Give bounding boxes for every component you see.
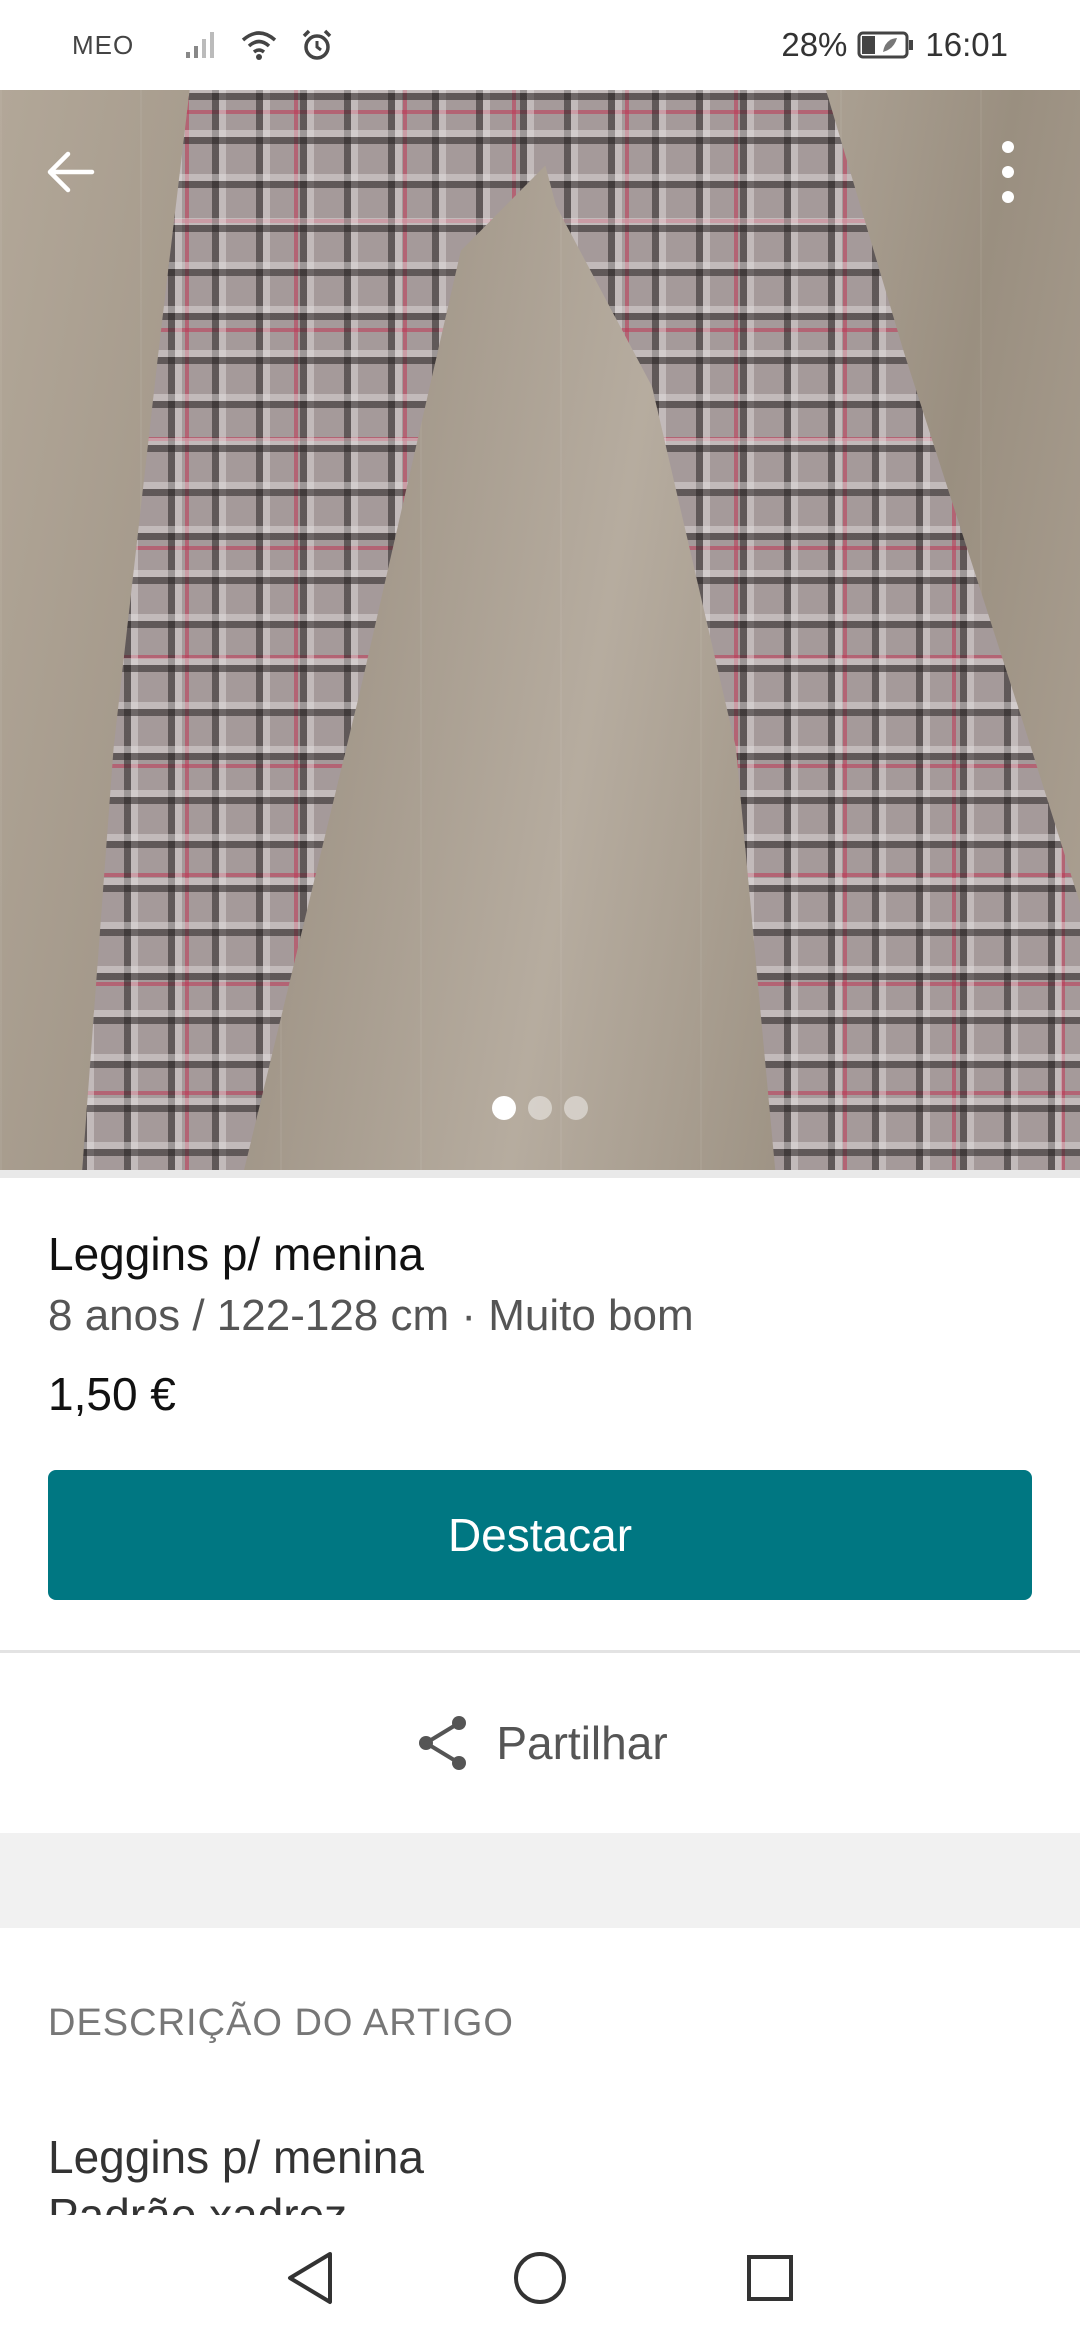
status-right: 28% 16:01: [781, 26, 1008, 64]
highlight-button[interactable]: Destacar: [48, 1470, 1032, 1600]
photo-pager: [0, 1096, 1080, 1120]
system-nav-bar: [0, 2215, 1080, 2340]
status-bar: MEO 28% 16:01: [0, 0, 1080, 90]
battery-icon: [857, 30, 915, 60]
carrier-label: MEO: [72, 29, 135, 60]
description-body: Leggins p/ menina Padrão xadrez: [48, 2128, 1032, 2218]
description-line: Padrão xadrez: [48, 2189, 348, 2218]
item-price: 1,50 €: [48, 1368, 176, 1420]
highlight-button-label: Destacar: [447, 1509, 633, 1561]
wifi-icon: [240, 29, 278, 61]
pager-dot[interactable]: [528, 1096, 552, 1120]
section-spacer: [0, 1833, 1080, 1928]
back-button[interactable]: [30, 132, 110, 212]
nav-home-icon: [514, 2251, 566, 2304]
item-subtitle: 8 anos / 122-128 cm · Muito bom: [48, 1291, 694, 1340]
alarm-icon: [300, 28, 334, 62]
divider: [0, 1170, 1080, 1178]
more-options-button[interactable]: [968, 132, 1048, 212]
item-title: Leggins p/ menina: [48, 1228, 424, 1280]
nav-back-button[interactable]: [275, 2243, 345, 2313]
share-button[interactable]: Partilhar: [0, 1653, 1080, 1833]
more-vertical-icon: [1002, 141, 1014, 203]
share-label: Partilhar: [496, 1717, 668, 1769]
nav-back-icon: [288, 2251, 332, 2304]
pager-dot[interactable]: [564, 1096, 588, 1120]
battery-percent: 28%: [781, 26, 848, 63]
signal-icon: [184, 30, 218, 60]
item-info: Leggins p/ menina 8 anos / 122-128 cm · …: [48, 1225, 1032, 1423]
nav-recents-icon: [747, 2254, 793, 2301]
clock: 16:01: [925, 26, 1008, 63]
description-heading: DESCRIÇÃO DO ARTIGO: [48, 2002, 514, 2044]
share-icon: [419, 1716, 467, 1770]
description-line: Leggins p/ menina: [48, 2131, 424, 2183]
item-photo[interactable]: [0, 90, 1080, 1170]
back-arrow-icon: [47, 151, 95, 193]
status-left: MEO: [72, 28, 334, 62]
nav-recents-button[interactable]: [735, 2243, 805, 2313]
nav-home-button[interactable]: [505, 2243, 575, 2313]
pager-dot[interactable]: [492, 1096, 516, 1120]
